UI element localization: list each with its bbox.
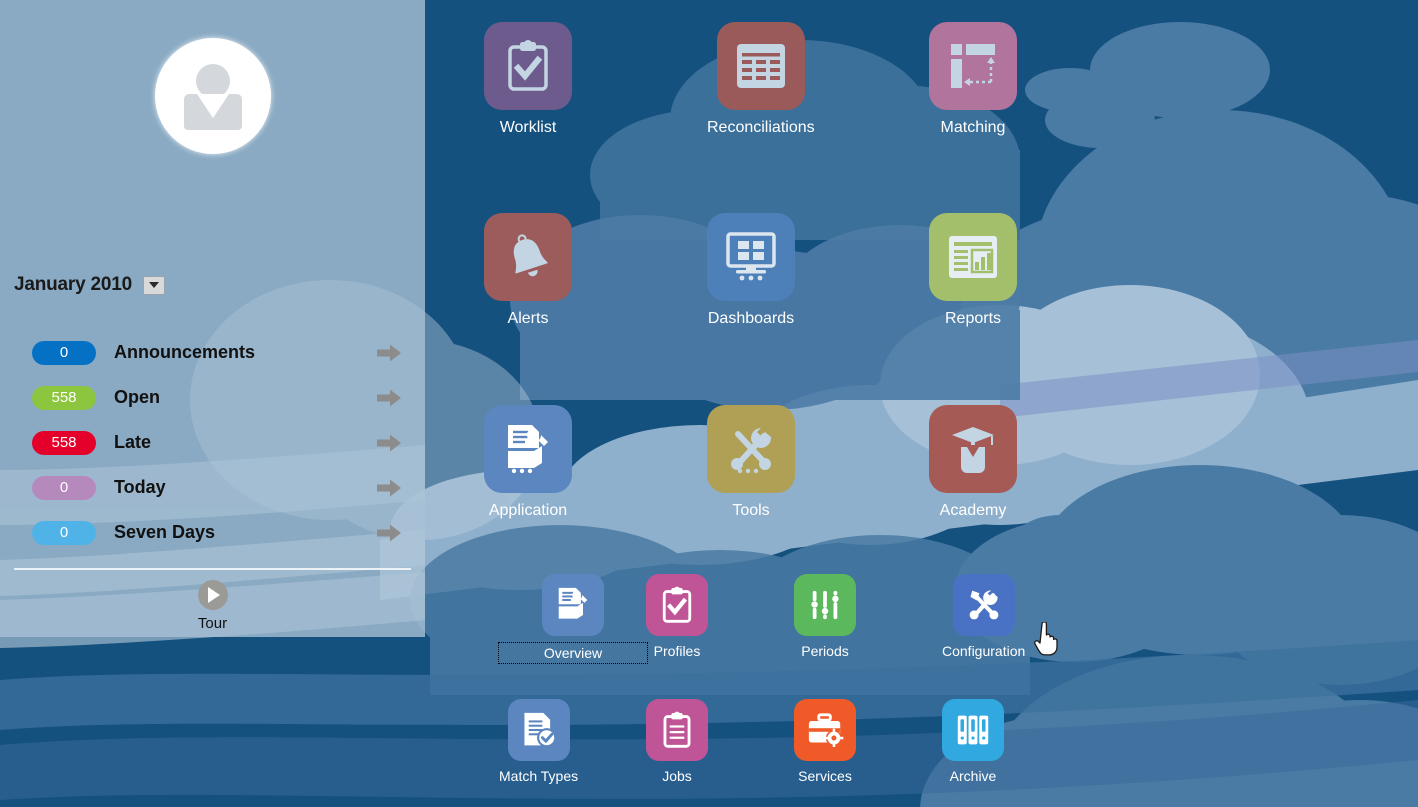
nav-tile-label: Alerts — [507, 310, 549, 327]
status-badge: 0 — [32, 340, 96, 365]
avatar-collar-icon — [197, 94, 229, 118]
status-badge: 558 — [32, 430, 96, 455]
avatar-circle — [155, 38, 271, 154]
status-badge: 0 — [32, 520, 96, 545]
nav-tile-label: Dashboards — [707, 310, 795, 327]
arrow-right-icon[interactable] — [377, 344, 401, 361]
nav-tile-tools[interactable]: Tools — [707, 405, 795, 520]
nav-tile-reports[interactable]: Reports — [929, 213, 1017, 328]
document-wrench-box-icon — [484, 405, 572, 493]
nav-tile-worklist[interactable]: Worklist — [484, 22, 572, 137]
status-row-late[interactable]: 558 Late — [0, 420, 425, 465]
clipboard-lines-icon — [646, 699, 708, 761]
nav-tile-archive[interactable]: Archive — [942, 699, 1004, 784]
status-label: Announcements — [114, 342, 256, 362]
nav-tile-periods[interactable]: Periods — [794, 574, 856, 659]
report-chart-icon — [929, 213, 1017, 301]
nav-tile-academy[interactable]: Academy — [929, 405, 1017, 520]
nav-tile-label: Matching — [940, 119, 1006, 136]
nav-tile-reconciliations[interactable]: Reconciliations — [707, 22, 815, 137]
status-label: Today — [114, 477, 166, 497]
nav-tile-label: Reports — [944, 310, 1002, 327]
clipboard-check-icon — [646, 574, 708, 636]
status-list: 0 Announcements 558 Open 558 Late 0 Toda… — [0, 330, 425, 555]
nav-tile-overview[interactable]: Overview — [498, 574, 648, 664]
status-row-seven-days[interactable]: 0 Seven Days — [0, 510, 425, 555]
nav-tile-label: Application — [488, 502, 568, 519]
status-row-announcements[interactable]: 0 Announcements — [0, 330, 425, 375]
nav-tile-label: Services — [798, 768, 852, 784]
nav-tile-label: Match Types — [499, 768, 579, 784]
play-circle-icon — [197, 580, 228, 610]
period-selector[interactable]: January 2010 — [14, 274, 166, 296]
graduate-icon — [929, 405, 1017, 493]
tour-label: Tour — [197, 615, 228, 632]
arrow-right-icon[interactable] — [377, 434, 401, 451]
nav-tile-label: Configuration — [942, 643, 1026, 659]
nav-tile-dashboards[interactable]: Dashboards — [707, 213, 795, 328]
nav-tile-label: Academy — [939, 502, 1007, 519]
tour-button[interactable]: Tour — [0, 580, 425, 632]
screwdriver-wrench-icon — [707, 405, 795, 493]
status-badge: 0 — [32, 475, 96, 500]
avatar[interactable] — [155, 38, 271, 154]
sliders-icon — [794, 574, 856, 636]
document-wrench-box-icon — [542, 574, 604, 636]
status-badge: 558 — [32, 385, 96, 410]
bell-icon — [484, 213, 572, 301]
nav-tile-label: Tools — [732, 502, 770, 519]
nav-tile-match-types[interactable]: Match Types — [499, 699, 578, 784]
nav-tile-label: Worklist — [499, 119, 557, 136]
arrow-right-icon[interactable] — [377, 524, 401, 541]
chevron-down-icon[interactable] — [143, 275, 166, 295]
spreadsheet-grid-icon — [716, 22, 805, 110]
nav-tile-label: Reconciliations — [707, 119, 815, 136]
arrow-right-icon[interactable] — [377, 479, 401, 496]
status-label: Open — [114, 387, 161, 407]
avatar-head-icon — [196, 64, 230, 98]
nav-tile-label: Profiles — [653, 643, 701, 659]
navigation-icon-grid: Worklist Reconciliations Matching Alerts… — [425, 0, 1418, 807]
panel-divider — [14, 568, 411, 570]
left-summary-panel: January 2010 0 Announcements 558 Open 55… — [0, 0, 425, 637]
binders-icon — [942, 699, 1004, 761]
nav-tile-label: Overview — [498, 642, 648, 664]
status-row-today[interactable]: 0 Today — [0, 465, 425, 510]
nav-tile-label: Archive — [949, 768, 997, 784]
briefcase-gear-icon — [794, 699, 856, 761]
status-row-open[interactable]: 558 Open — [0, 375, 425, 420]
clipboard-check-icon — [484, 22, 572, 110]
status-label: Late — [114, 432, 152, 452]
nav-tile-profiles[interactable]: Profiles — [646, 574, 708, 659]
nav-tile-jobs[interactable]: Jobs — [646, 699, 708, 784]
monitor-tiles-icon — [707, 213, 795, 301]
status-label: Seven Days — [114, 522, 216, 542]
nav-tile-label: Jobs — [662, 768, 692, 784]
nav-tile-matching[interactable]: Matching — [929, 22, 1017, 137]
arrow-right-icon[interactable] — [377, 389, 401, 406]
match-layout-icon — [929, 22, 1017, 110]
nav-tile-application[interactable]: Application — [484, 405, 572, 520]
period-label: January 2010 — [14, 274, 133, 295]
nav-tile-alerts[interactable]: Alerts — [484, 213, 572, 328]
hammer-wrench-icon — [952, 574, 1015, 636]
application-root: January 2010 0 Announcements 558 Open 55… — [0, 0, 1418, 807]
document-check-icon — [507, 699, 570, 761]
nav-tile-services[interactable]: Services — [794, 699, 856, 784]
nav-tile-configuration[interactable]: Configuration — [942, 574, 1025, 659]
nav-tile-label: Periods — [801, 643, 849, 659]
